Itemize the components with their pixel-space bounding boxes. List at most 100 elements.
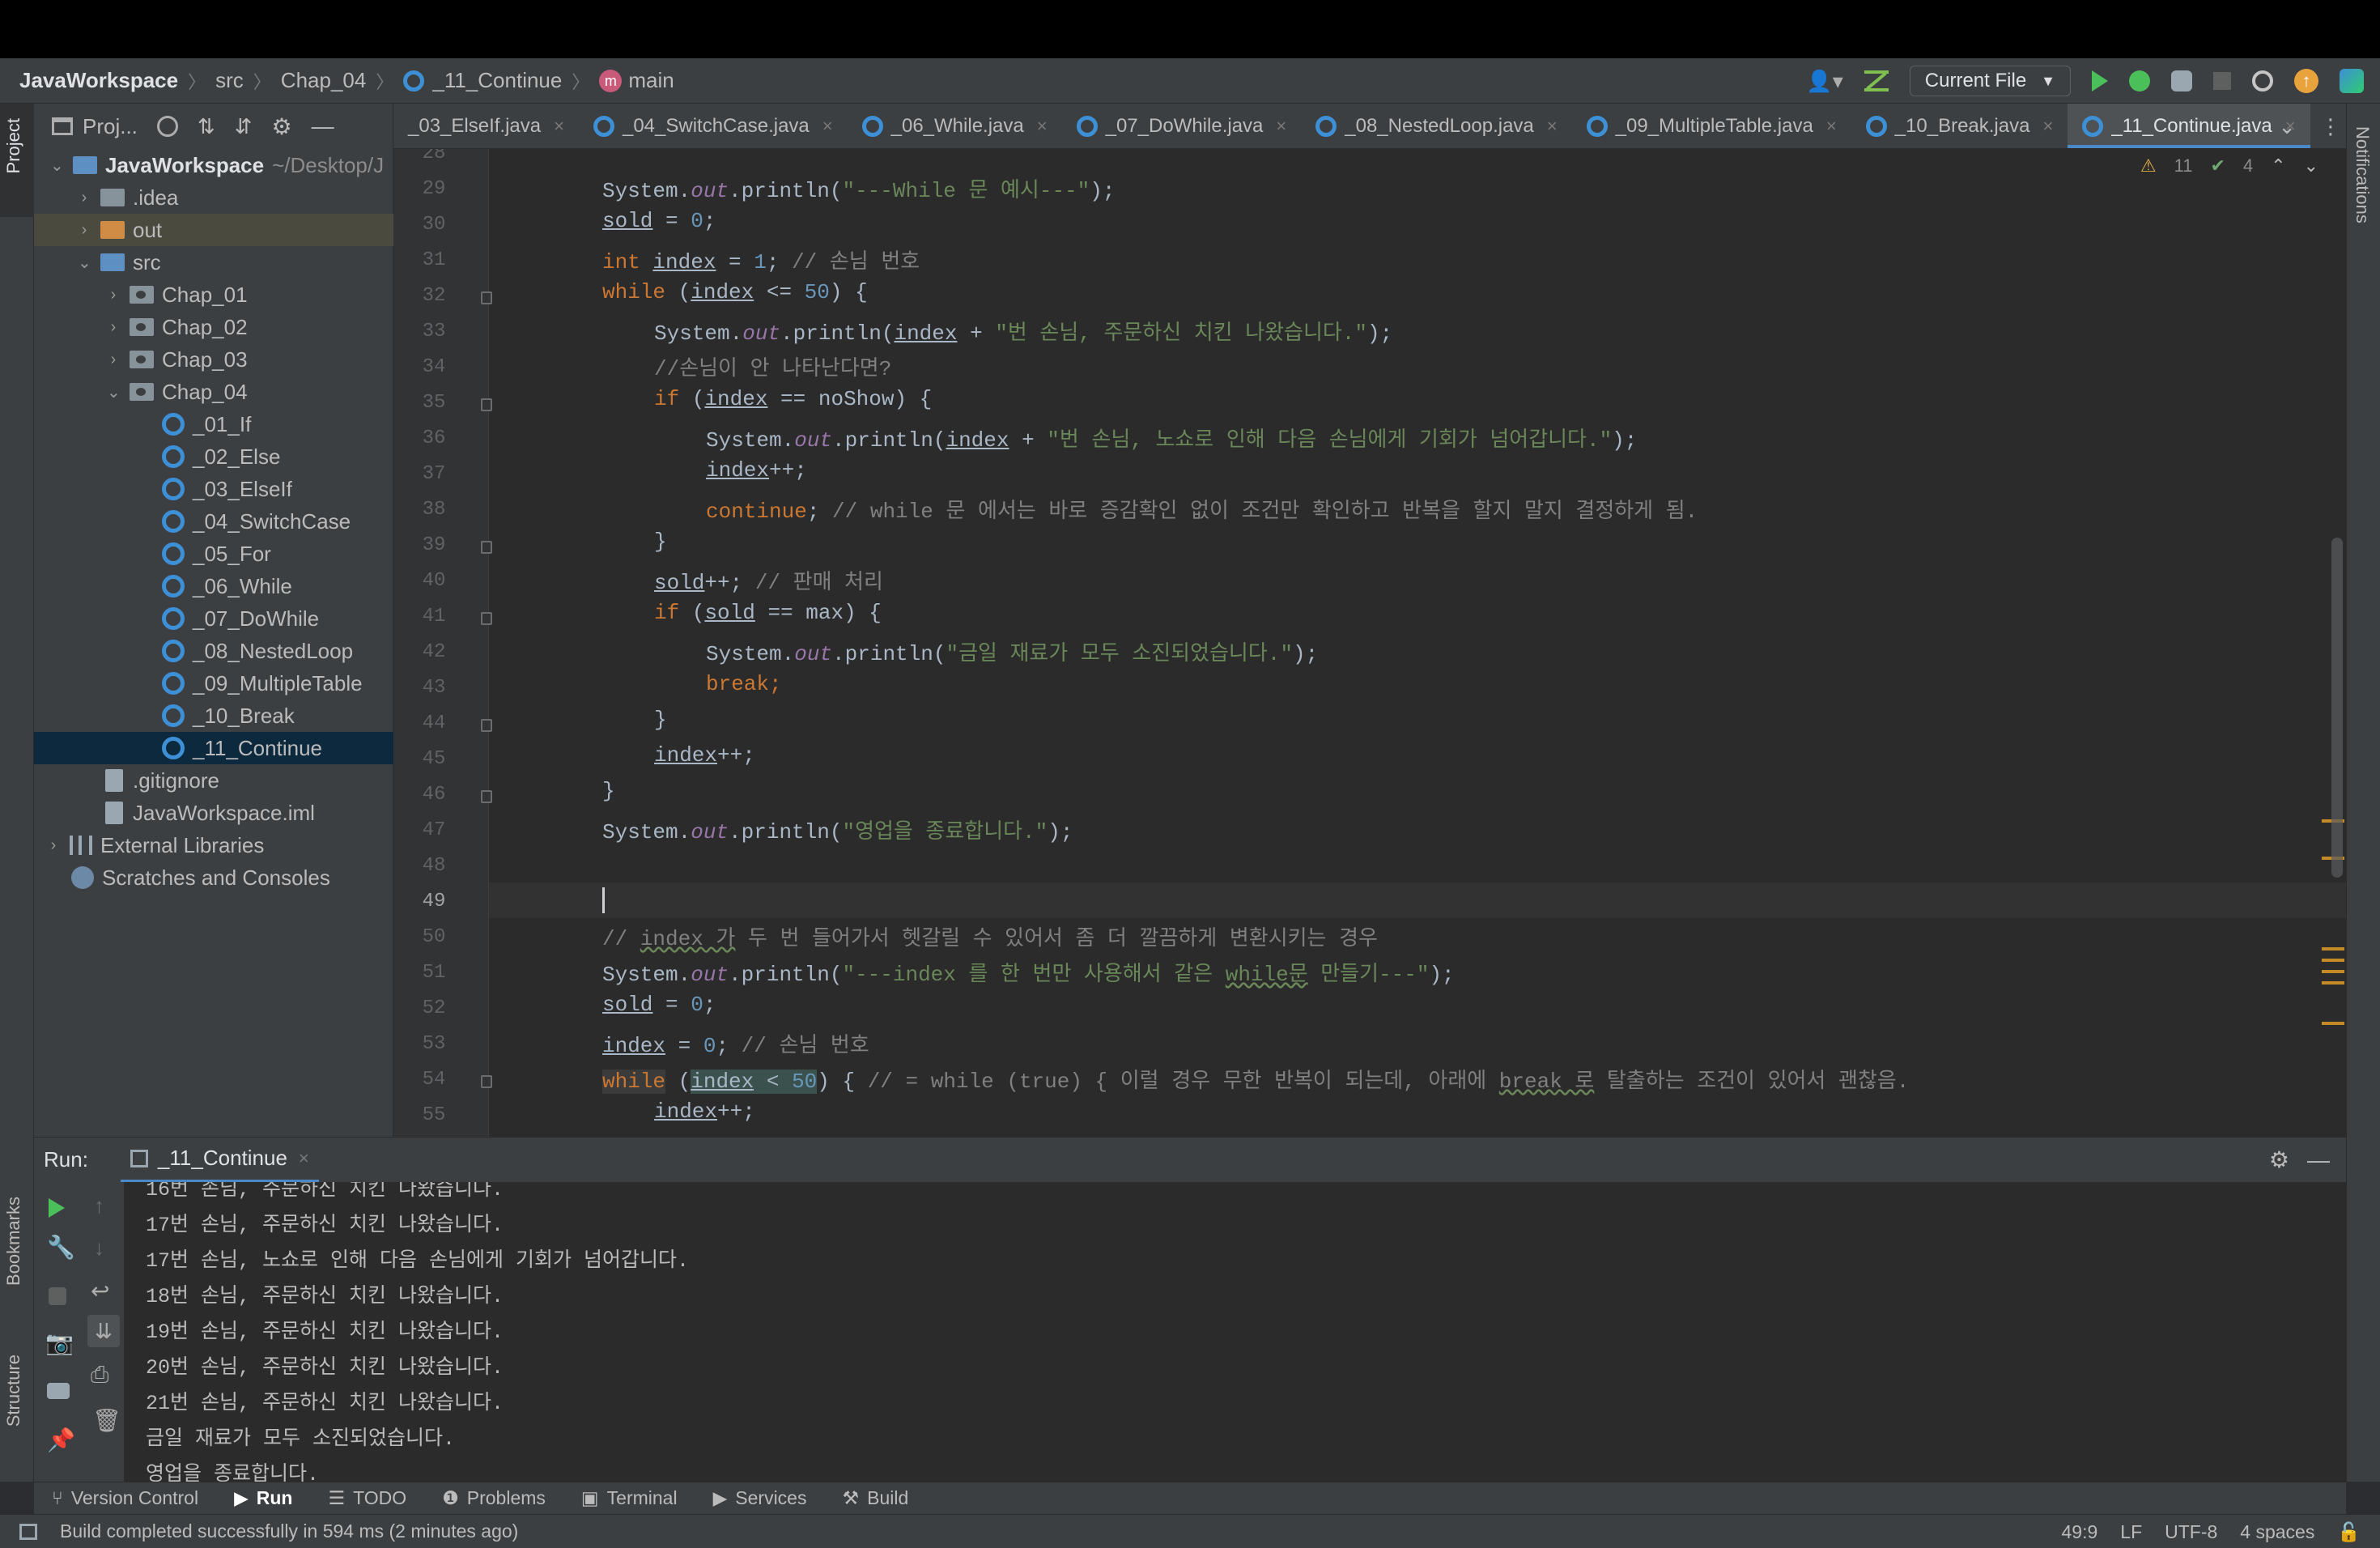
tab-terminal[interactable]: ▣ Terminal (581, 1487, 678, 1509)
collapse-all-icon[interactable]: ⇵ (235, 114, 253, 139)
gear-icon[interactable]: ⚙ (2269, 1146, 2289, 1173)
tab-editor-file[interactable]: _07_DoWhile.java × (1062, 104, 1302, 148)
run-tab[interactable]: _11_Continue × (120, 1138, 319, 1183)
wrench-icon[interactable]: 🔧 (47, 1234, 75, 1261)
tree-item-java-file[interactable]: _05_For (34, 538, 393, 570)
arrow-down-icon[interactable]: ↓ (94, 1235, 104, 1261)
fold-marker-icon[interactable] (481, 612, 492, 625)
error-stripe-mark[interactable] (2322, 981, 2344, 985)
build-hammer-icon[interactable] (1864, 70, 1889, 91)
tree-item-java-file[interactable]: _01_If (34, 408, 393, 440)
trash-icon[interactable]: 🗑 (92, 1407, 121, 1434)
hide-panel-icon[interactable]: — (312, 113, 334, 139)
close-icon[interactable]: × (1547, 116, 1558, 137)
tree-item-out[interactable]: › out (34, 214, 393, 246)
tab-editor-file[interactable]: _06_While.java × (848, 104, 1062, 148)
arrow-up-icon[interactable]: ↑ (94, 1193, 104, 1218)
breadcrumb-file[interactable]: _11_Continue (432, 68, 562, 93)
breadcrumb-src[interactable]: src (215, 68, 244, 93)
hide-panel-icon[interactable]: — (2307, 1147, 2330, 1173)
fold-marker-icon[interactable] (481, 790, 492, 803)
tab-editor-file[interactable]: _10_Break.java × (1851, 104, 2068, 148)
tab-editor-file[interactable]: _09_MultipleTable.java × (1572, 104, 1851, 148)
tab-editor-file[interactable]: _11_Continue.java × (2068, 104, 2310, 148)
tree-item-java-file[interactable]: _02_Else (34, 440, 393, 473)
project-panel-title[interactable]: Proj... (83, 114, 138, 139)
gear-icon[interactable]: ⚙ (272, 113, 292, 140)
tree-item-chap03[interactable]: › Chap_03 (34, 343, 393, 376)
status-message[interactable]: Build completed successfully in 594 ms (… (60, 1520, 518, 1542)
locate-file-icon[interactable] (156, 116, 178, 137)
chevron-down-icon[interactable]: ⌄ (2304, 155, 2318, 176)
pin-icon[interactable]: 📌 (47, 1427, 75, 1453)
expand-all-icon[interactable]: ⇅ (198, 114, 215, 139)
tree-item-chap04[interactable]: ⌄ Chap_04 (34, 376, 393, 408)
breadcrumb-method[interactable]: main (628, 68, 674, 93)
line-number-gutter[interactable]: 28 29 30 31 32 33 34 35 36 37 38 39 40 41 42 43 44 45 46 47… (393, 149, 492, 1137)
tree-item-java-file[interactable]: _04_SwitchCase (34, 505, 393, 538)
close-icon[interactable]: × (1826, 116, 1837, 137)
indent-setting[interactable]: 4 spaces (2240, 1521, 2314, 1543)
tab-run[interactable]: ▶ Run (234, 1487, 292, 1509)
error-stripe-mark[interactable] (2322, 970, 2344, 973)
tree-item-external-libraries[interactable]: › External Libraries (34, 829, 393, 861)
editor-scrollbar[interactable] (2331, 538, 2343, 878)
tab-editor-file[interactable]: _03_ElseIf.java × (393, 104, 579, 148)
structure-tool-window-button[interactable]: Structure (3, 1354, 24, 1427)
panel-toggle-icon[interactable] (19, 1523, 37, 1540)
notifications-tool-window-button[interactable]: Notifications (2352, 126, 2373, 223)
tab-version-control[interactable]: ⑂ Version Control (52, 1487, 198, 1509)
tree-item-java-file[interactable]: _07_DoWhile (34, 602, 393, 635)
close-icon[interactable]: × (1037, 116, 1048, 137)
tree-item-java-file[interactable]: _09_MultipleTable (34, 667, 393, 700)
tree-item-idea[interactable]: › .idea (34, 181, 393, 214)
tree-item-chap01[interactable]: › Chap_01 (34, 279, 393, 311)
code-editor[interactable]: 28 29 30 31 32 33 34 35 36 37 38 39 40 41 42 43 44 45 46 47… (393, 149, 2346, 1137)
rerun-icon[interactable] (49, 1198, 65, 1218)
fold-marker-icon[interactable] (481, 398, 492, 411)
more-options-icon[interactable]: ⋮ (2320, 114, 2341, 139)
caret-position[interactable]: 49:9 (2062, 1521, 2098, 1543)
layout-icon[interactable] (47, 1383, 70, 1399)
breadcrumb-chap[interactable]: Chap_04 (281, 68, 367, 93)
update-icon[interactable]: ↑ (2294, 69, 2318, 93)
chevron-up-icon[interactable]: ⌃ (2271, 155, 2285, 176)
tree-item-java-file[interactable]: _06_While (34, 570, 393, 602)
user-icon[interactable]: 👤▾ (1806, 69, 1842, 94)
close-icon[interactable]: × (2042, 116, 2053, 137)
fold-marker-icon[interactable] (481, 1075, 492, 1088)
stop-icon[interactable] (2213, 72, 2231, 90)
search-icon[interactable] (2252, 70, 2273, 91)
fold-marker-icon[interactable] (481, 719, 492, 732)
tab-editor-file[interactable]: _04_SwitchCase.java × (579, 104, 848, 148)
camera-icon[interactable]: 📷 (45, 1329, 74, 1356)
ide-logo-icon[interactable] (2340, 69, 2364, 93)
tree-item-iml[interactable]: JavaWorkspace.iml (34, 797, 393, 829)
bookmarks-tool-window-button[interactable]: Bookmarks (3, 1197, 24, 1286)
line-separator[interactable]: LF (2120, 1521, 2142, 1543)
error-stripe-mark[interactable] (2322, 959, 2344, 962)
file-encoding[interactable]: UTF-8 (2165, 1521, 2217, 1543)
tree-item-java-file[interactable]: _03_ElseIf (34, 473, 393, 505)
stop-icon[interactable] (49, 1287, 66, 1305)
coverage-icon[interactable] (2171, 70, 2192, 91)
console-output[interactable]: 16번 손님, 주문하신 치킨 나왔습니다. 17번 손님, 주문하신 치킨 나왔… (125, 1182, 2346, 1482)
error-stripe-mark[interactable] (2322, 947, 2344, 950)
fold-marker-icon[interactable] (481, 291, 492, 304)
soft-wrap-icon[interactable]: ↩ (91, 1278, 109, 1304)
breadcrumb-project[interactable]: JavaWorkspace (19, 68, 178, 93)
chevron-down-icon[interactable]: ⌄ (2278, 114, 2296, 139)
tree-item-chap02[interactable]: › Chap_02 (34, 311, 393, 343)
run-icon[interactable] (2092, 70, 2108, 91)
tab-services[interactable]: ▶ Services (713, 1487, 807, 1509)
scroll-to-end-icon[interactable]: ⇊ (87, 1315, 120, 1347)
close-icon[interactable]: × (299, 1148, 309, 1169)
inspection-widget[interactable]: ⚠ 11 ✔ 4 ⌃ ⌄ (2140, 155, 2318, 176)
tab-problems[interactable]: ❶ Problems (442, 1487, 546, 1509)
tree-item-java-file[interactable]: _11_Continue (34, 732, 393, 764)
run-config-selector[interactable]: Current File ▼ (1909, 66, 2071, 96)
tree-item-scratches[interactable]: Scratches and Consoles (34, 861, 393, 894)
project-tool-window-button[interactable]: Project (3, 118, 24, 173)
tree-item-src[interactable]: ⌄ src (34, 246, 393, 279)
close-icon[interactable]: × (554, 116, 564, 137)
